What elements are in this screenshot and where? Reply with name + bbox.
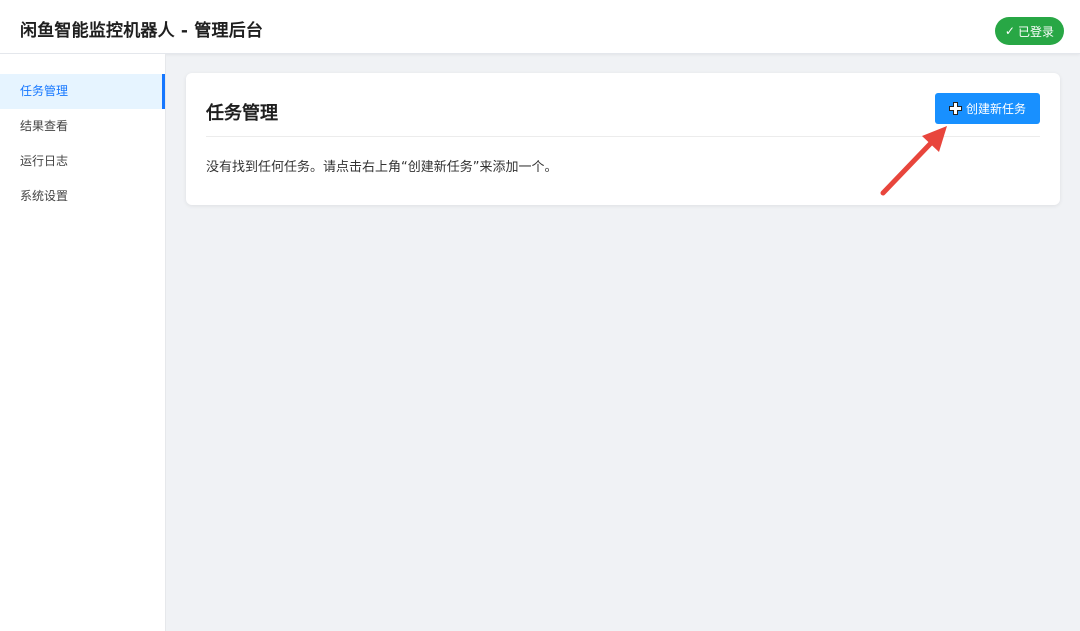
top-header: 闲鱼智能监控机器人 - 管理后台 ✓ 已登录 — [0, 0, 1080, 54]
create-task-button[interactable]: 创建新任务 — [935, 93, 1040, 124]
empty-state-message: 没有找到任何任务。请点击右上角“创建新任务”来添加一个。 — [206, 160, 558, 175]
plus-icon — [948, 102, 962, 115]
check-icon: ✓ — [1004, 24, 1015, 38]
task-management-card: 任务管理 创建新任务 没有找到任何任务。请点击右上角“创建新任务”来添加一个。 — [186, 73, 1060, 205]
sidebar: 任务管理 结果查看 运行日志 系统设置 — [0, 54, 166, 631]
main-content: 任务管理 创建新任务 没有找到任何任务。请点击右上角“创建新任务”来添加一个。 — [166, 54, 1080, 631]
sidebar-item-tasks[interactable]: 任务管理 — [0, 74, 165, 109]
card-divider — [206, 136, 1040, 137]
create-task-label: 创建新任务 — [965, 102, 1026, 116]
sidebar-item-settings[interactable]: 系统设置 — [0, 179, 165, 214]
sidebar-item-logs[interactable]: 运行日志 — [0, 144, 165, 179]
login-status-label: 已登录 — [1017, 24, 1054, 39]
login-status-badge[interactable]: ✓ 已登录 — [994, 17, 1064, 45]
sidebar-item-results[interactable]: 结果查看 — [0, 109, 165, 144]
page-title: 任务管理 — [206, 103, 278, 124]
app-title: 闲鱼智能监控机器人 - 管理后台 — [20, 21, 264, 41]
